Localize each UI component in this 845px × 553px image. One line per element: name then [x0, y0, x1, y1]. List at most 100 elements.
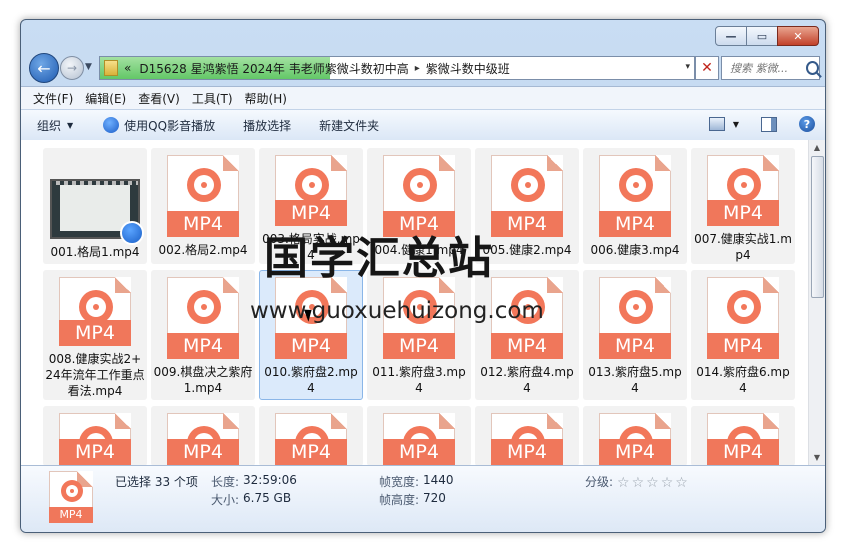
file-item[interactable]: MP4 008.健康实战2+24年流年工作重点看法.mp4	[43, 270, 147, 400]
organize-label: 组织	[37, 118, 62, 133]
mp4-badge: MP4	[383, 333, 455, 359]
frame-width-label: 帧宽度:	[379, 475, 420, 489]
play-with-qq-button[interactable]: 使用QQ影音播放	[103, 117, 215, 134]
file-item[interactable]: MP4 010.紫府盘2.mp4	[259, 270, 363, 400]
preview-pane-icon[interactable]	[761, 116, 777, 132]
details-pane: MP4 已选择 33 个项 长度: 32:59:06 大小: 6.75 GB 帧…	[21, 465, 825, 532]
star-icon[interactable]: ☆	[661, 475, 674, 491]
maximize-button[interactable]: ▭	[746, 26, 778, 46]
file-name: 006.健康3.mp4	[590, 243, 680, 257]
mp4-badge: MP4	[167, 333, 239, 359]
file-item[interactable]: MP4	[43, 406, 147, 465]
star-icon[interactable]: ☆	[632, 475, 645, 491]
breadcrumb-item-parent[interactable]: D15628 星鸿紫悟 2024年 韦老师紫微斗数初中高	[139, 60, 408, 77]
menu-help[interactable]: 帮助(H)	[245, 90, 287, 107]
mp4-badge: MP4	[707, 439, 779, 465]
menu-edit[interactable]: 编辑(E)	[85, 90, 126, 107]
file-item[interactable]: MP4	[475, 406, 579, 465]
file-item[interactable]: MP4	[259, 406, 363, 465]
star-icon[interactable]: ☆	[646, 475, 659, 491]
file-item[interactable]: MP4 002.格局2.mp4	[151, 148, 255, 264]
video-reel-icon	[79, 290, 113, 324]
scrollbar-thumb[interactable]	[811, 156, 824, 298]
file-item[interactable]: MP4 006.健康3.mp4	[583, 148, 687, 264]
organize-button[interactable]: 组织 ▼	[37, 117, 73, 134]
file-item[interactable]: MP4 012.紫府盘4.mp4	[475, 270, 579, 400]
toolbar-right: ▼ ?	[708, 116, 815, 132]
mp4-badge: MP4	[707, 333, 779, 359]
mp4-file-icon: MP4	[275, 155, 347, 226]
mp4-file-icon: MP4	[599, 413, 671, 465]
mp4-badge: MP4	[491, 439, 563, 465]
close-button[interactable]: ✕	[777, 26, 819, 46]
file-item[interactable]: MP4 014.紫府盘6.mp4	[691, 270, 795, 400]
menu-file[interactable]: 文件(F)	[33, 90, 73, 107]
menu-view[interactable]: 查看(V)	[138, 90, 180, 107]
arrow-left-icon: ←	[37, 58, 51, 78]
mp4-badge: MP4	[599, 439, 671, 465]
breadcrumb-separator[interactable]: ▸	[415, 63, 420, 74]
play-with-qq-label: 使用QQ影音播放	[124, 118, 216, 133]
file-item[interactable]: MP4 013.紫府盘5.mp4	[583, 270, 687, 400]
video-thumbnail	[50, 179, 144, 245]
video-reel-icon	[187, 168, 221, 202]
mp4-badge: MP4	[491, 211, 563, 237]
star-icon[interactable]: ☆	[675, 475, 688, 491]
stop-button[interactable]: ✕	[695, 56, 719, 80]
new-folder-button[interactable]: 新建文件夹	[319, 117, 379, 134]
file-item[interactable]: 001.格局1.mp4	[43, 148, 147, 264]
breadcrumb: « D15628 星鸿紫悟 2024年 韦老师紫微斗数初中高 ▸ 紫微斗数中级班	[100, 60, 510, 77]
recent-pages-dropdown[interactable]: ▼	[85, 62, 92, 72]
address-bar[interactable]: « D15628 星鸿紫悟 2024年 韦老师紫微斗数初中高 ▸ 紫微斗数中级班…	[99, 56, 695, 80]
file-name: 009.棋盘决之紫府1.mp4	[153, 365, 253, 395]
file-item[interactable]: MP4 007.健康实战1.mp4	[691, 148, 795, 264]
file-name: 014.紫府盘6.mp4	[696, 365, 790, 395]
file-name: 012.紫府盘4.mp4	[480, 365, 574, 395]
video-reel-icon	[295, 168, 329, 202]
address-dropdown[interactable]: ▾	[685, 62, 690, 72]
history-chevron[interactable]: «	[124, 61, 131, 75]
mp4-file-icon: MP4	[599, 155, 671, 237]
video-reel-icon	[187, 290, 221, 324]
file-item[interactable]: MP4	[583, 406, 687, 465]
change-view-icon[interactable]	[708, 117, 725, 131]
breadcrumb-item-current[interactable]: 紫微斗数中级班	[426, 60, 510, 77]
vertical-scrollbar[interactable]: ▲ ▼	[808, 140, 825, 465]
watermark-text: 国学汇总站	[264, 233, 494, 284]
mp4-file-icon: MP4	[167, 277, 239, 359]
search-input[interactable]	[728, 60, 802, 76]
menu-tools[interactable]: 工具(T)	[192, 90, 233, 107]
mp4-badge: MP4	[167, 439, 239, 465]
file-item[interactable]: MP4 009.棋盘决之紫府1.mp4	[151, 270, 255, 400]
mp4-badge: MP4	[275, 333, 347, 359]
mp4-file-icon: MP4	[491, 413, 563, 465]
mp4-badge: MP4	[599, 211, 671, 237]
mp4-badge: MP4	[49, 507, 93, 523]
star-icon[interactable]: ☆	[617, 475, 630, 491]
size-label: 大小:	[211, 493, 240, 507]
mp4-file-icon: MP4	[167, 155, 239, 237]
search-box[interactable]	[721, 56, 820, 80]
rating-stars[interactable]: ☆ ☆ ☆ ☆ ☆	[617, 475, 690, 491]
search-icon[interactable]	[806, 61, 819, 75]
video-reel-icon	[61, 480, 83, 502]
minimize-button[interactable]: —	[715, 26, 747, 46]
size-value: 6.75 GB	[243, 491, 292, 505]
back-button[interactable]: ←	[29, 53, 59, 83]
scroll-up-icon[interactable]: ▲	[811, 143, 823, 152]
mp4-badge: MP4	[59, 320, 131, 346]
file-item[interactable]: MP4 011.紫府盘3.mp4	[367, 270, 471, 400]
play-selection-button[interactable]: 播放选择	[243, 117, 291, 134]
length-value: 32:59:06	[243, 473, 297, 487]
help-icon[interactable]: ?	[799, 116, 815, 132]
view-dropdown-icon[interactable]: ▼	[733, 120, 739, 129]
file-name: 010.紫府盘2.mp4	[264, 365, 358, 395]
file-name: 011.紫府盘3.mp4	[372, 365, 466, 395]
mp4-file-icon: MP4	[275, 413, 347, 465]
file-item[interactable]: MP4	[691, 406, 795, 465]
video-reel-icon	[727, 290, 761, 324]
file-item[interactable]: MP4	[367, 406, 471, 465]
scroll-down-icon[interactable]: ▼	[811, 453, 823, 462]
file-item[interactable]: MP4	[151, 406, 255, 465]
forward-button[interactable]: →	[60, 56, 84, 80]
